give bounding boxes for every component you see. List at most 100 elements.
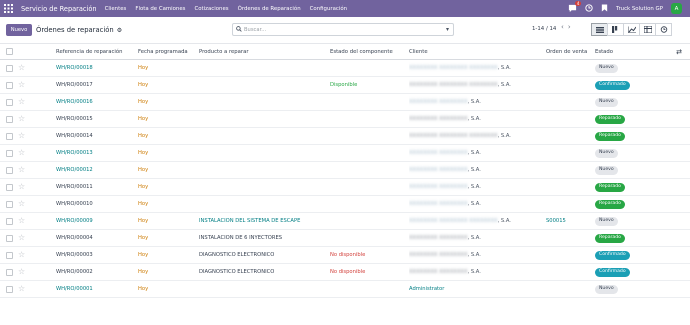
cell-order[interactable]	[546, 128, 592, 144]
cell-order[interactable]	[546, 111, 592, 127]
cell-order[interactable]	[546, 196, 592, 212]
row-checkbox[interactable]	[6, 82, 13, 89]
kanban-view-icon[interactable]	[607, 23, 624, 36]
company-switcher[interactable]: Truck Solution GP	[616, 6, 663, 12]
row-checkbox[interactable]	[6, 65, 13, 72]
col-header-order[interactable]: Orden de venta	[546, 44, 592, 59]
cell-order[interactable]	[546, 145, 592, 161]
menu-item-flota[interactable]: Flota de Camiones	[135, 6, 185, 12]
cell-order[interactable]	[546, 179, 592, 195]
gear-icon[interactable]: ⚙	[117, 27, 122, 34]
row-checkbox[interactable]	[6, 252, 13, 259]
row-checkbox[interactable]	[6, 269, 13, 276]
search-bar[interactable]: Buscar... ▾	[232, 23, 454, 36]
menu-item-ordenes[interactable]: Órdenes de Reparación	[238, 6, 301, 12]
user-avatar[interactable]: A	[671, 3, 682, 14]
table-row[interactable]: ☆ WH/RO/00002 Hoy DIAGNOSTICO ELECTRONICO No…	[0, 264, 690, 281]
cell-order[interactable]	[546, 264, 592, 280]
cell-ref[interactable]: WH/RO/00017	[56, 77, 136, 93]
star-icon[interactable]: ☆	[18, 267, 25, 276]
activity-view-icon[interactable]	[655, 23, 672, 36]
cell-ref[interactable]: WH/RO/00010	[56, 196, 136, 212]
cell-order[interactable]	[546, 60, 592, 76]
cell-ref[interactable]: WH/RO/00011	[56, 179, 136, 195]
cell-ref[interactable]: WH/RO/00004	[56, 230, 136, 246]
row-checkbox[interactable]	[6, 150, 13, 157]
pivot-view-icon[interactable]	[639, 23, 656, 36]
cell-ref[interactable]: WH/RO/00018	[56, 60, 136, 76]
cell-ref[interactable]: WH/RO/00001	[56, 281, 136, 297]
table-row[interactable]: ☆ WH/RO/00012 Hoy XXXXXXXX XXXXXXXX, S.A. Nu…	[0, 162, 690, 179]
pager-value[interactable]: 1-14 / 14	[532, 26, 556, 32]
menu-item-clientes[interactable]: Clientes	[105, 6, 127, 12]
cell-ref[interactable]: WH/RO/00014	[56, 128, 136, 144]
row-checkbox[interactable]	[6, 133, 13, 140]
table-row[interactable]: ☆ WH/RO/00016 Hoy XXXXXXXX XXXXXXXX, S.A. Nu…	[0, 94, 690, 111]
row-checkbox[interactable]	[6, 235, 13, 242]
table-row[interactable]: ☆ WH/RO/00015 Hoy XXXXXXXX XXXXXXXX, S.A. Re…	[0, 111, 690, 128]
cell-ref[interactable]: WH/RO/00015	[56, 111, 136, 127]
pager-next-icon[interactable]: ›	[568, 23, 571, 31]
table-row[interactable]: ☆ WH/RO/00003 Hoy DIAGNOSTICO ELECTRONICO No…	[0, 247, 690, 264]
list-view-icon[interactable]	[591, 23, 608, 36]
graph-view-icon[interactable]	[623, 23, 640, 36]
table-row[interactable]: ☆ WH/RO/00014 Hoy XXXXXXXX XXXXXXXX XXXXXXX…	[0, 128, 690, 145]
pager-prev-icon[interactable]: ‹	[561, 23, 564, 31]
star-icon[interactable]: ☆	[18, 97, 25, 106]
row-checkbox[interactable]	[6, 167, 13, 174]
row-checkbox[interactable]	[6, 218, 13, 225]
table-row[interactable]: ☆ WH/RO/00010 Hoy XXXXXXXX XXXXXXXX, S.A. Re…	[0, 196, 690, 213]
menu-item-configuracion[interactable]: Configuración	[310, 6, 347, 12]
cell-ref[interactable]: WH/RO/00009	[56, 213, 136, 229]
col-header-client[interactable]: Cliente	[409, 44, 543, 59]
row-checkbox[interactable]	[6, 99, 13, 106]
app-name[interactable]: Servicio de Reparación	[21, 5, 97, 13]
star-icon[interactable]: ☆	[18, 199, 25, 208]
row-checkbox[interactable]	[6, 184, 13, 191]
cell-ref[interactable]: WH/RO/00012	[56, 162, 136, 178]
cell-ref[interactable]: WH/RO/00013	[56, 145, 136, 161]
optional-columns-icon[interactable]: ⇄	[676, 48, 682, 56]
cell-order[interactable]	[546, 230, 592, 246]
table-row[interactable]: ☆ WH/RO/00009 Hoy INSTALACION DEL SISTEMA D…	[0, 213, 690, 230]
row-checkbox[interactable]	[6, 201, 13, 208]
cell-ref[interactable]: WH/RO/00016	[56, 94, 136, 110]
row-checkbox[interactable]	[6, 286, 13, 293]
table-row[interactable]: ☆ WH/RO/00004 Hoy INSTALACION DE 6 INYECTOR…	[0, 230, 690, 247]
search-options-chevron-icon[interactable]: ▾	[446, 26, 449, 33]
col-header-state[interactable]: Estado	[595, 44, 665, 59]
cell-order[interactable]	[546, 77, 592, 93]
col-header-product[interactable]: Producto a reparar	[199, 44, 327, 59]
row-checkbox[interactable]	[6, 116, 13, 123]
cell-ref[interactable]: WH/RO/00002	[56, 264, 136, 280]
select-all-checkbox[interactable]	[6, 48, 13, 55]
apps-menu-icon[interactable]	[0, 0, 17, 17]
col-header-component[interactable]: Estado del componente	[330, 44, 406, 59]
cell-order[interactable]	[546, 94, 592, 110]
clock-icon[interactable]	[585, 3, 593, 14]
star-icon[interactable]: ☆	[18, 80, 25, 89]
star-icon[interactable]: ☆	[18, 233, 25, 242]
col-header-ref[interactable]: Referencia de reparación	[56, 44, 136, 59]
bookmark-icon[interactable]	[601, 3, 608, 14]
star-icon[interactable]: ☆	[18, 63, 25, 72]
chat-icon[interactable]: 4	[568, 1, 581, 13]
star-icon[interactable]: ☆	[18, 148, 25, 157]
menu-item-cotizaciones[interactable]: Cotizaciones	[194, 6, 228, 12]
star-icon[interactable]: ☆	[18, 250, 25, 259]
cell-order[interactable]	[546, 162, 592, 178]
cell-order[interactable]	[546, 281, 592, 297]
col-header-date[interactable]: Fecha programada	[138, 44, 196, 59]
table-row[interactable]: ☆ WH/RO/00011 Hoy XXXXXXXX XXXXXXXX, S.A. Re…	[0, 179, 690, 196]
star-icon[interactable]: ☆	[18, 114, 25, 123]
table-row[interactable]: ☆ WH/RO/00018 Hoy XXXXXXXX XXXXXXXX XXXXXXX…	[0, 60, 690, 77]
star-icon[interactable]: ☆	[18, 284, 25, 293]
search-input[interactable]: Buscar...	[244, 27, 266, 33]
table-row[interactable]: ☆ WH/RO/00013 Hoy XXXXXXXX XXXXXXXX, S.A. Nu…	[0, 145, 690, 162]
star-icon[interactable]: ☆	[18, 216, 25, 225]
cell-ref[interactable]: WH/RO/00003	[56, 247, 136, 263]
new-button[interactable]: Nuevo	[6, 24, 32, 36]
star-icon[interactable]: ☆	[18, 182, 25, 191]
table-row[interactable]: ☆ WH/RO/00017 Hoy Disponible XXXXXXXX XXXXXX…	[0, 77, 690, 94]
cell-order[interactable]: S00015	[546, 213, 592, 229]
